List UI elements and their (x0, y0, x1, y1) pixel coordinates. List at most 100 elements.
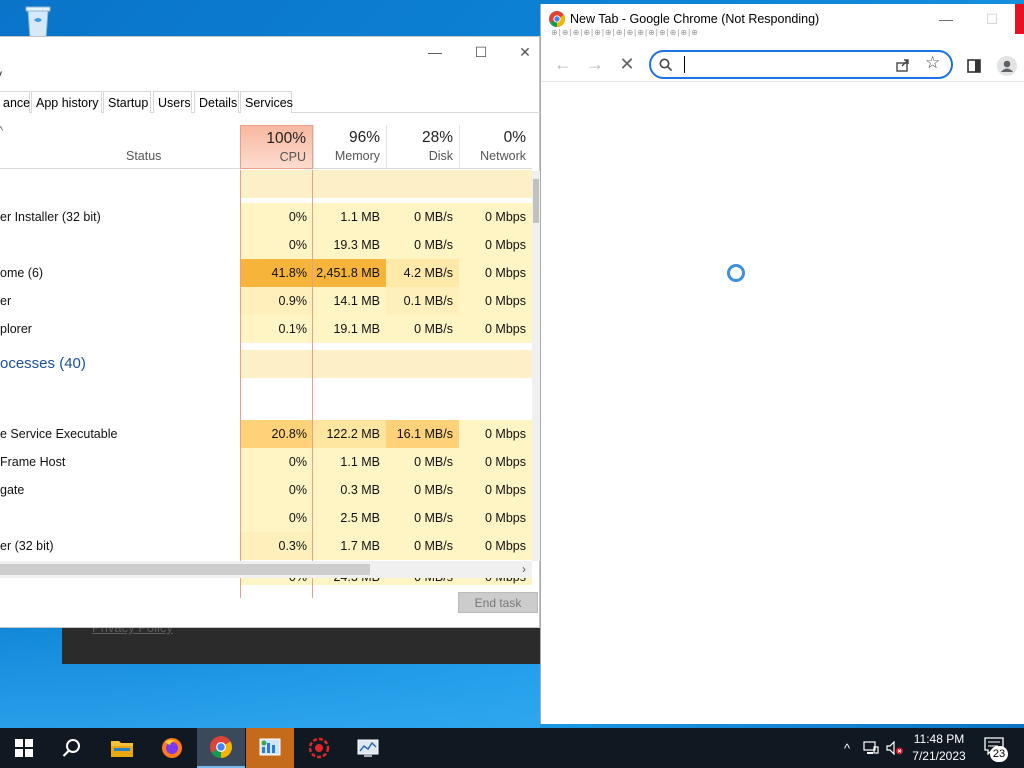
memory-cell (313, 350, 386, 378)
loading-spinner-icon (727, 264, 745, 282)
table-row[interactable]: er Installer (32 bit) 0% 1.1 MB 0 MB/s 0… (0, 203, 532, 231)
cpu-label: CPU (279, 150, 306, 164)
task-manager-titlebar[interactable]: — ☐ ✕ (0, 37, 539, 67)
windows-logo-icon (15, 739, 33, 757)
tab-services[interactable]: Services (240, 91, 293, 113)
network-cell: 0 Mbps (459, 532, 532, 560)
cpu-cell: 0% (240, 448, 313, 476)
search-icon (659, 58, 673, 72)
process-name: ome (6) (0, 266, 44, 280)
taskbar-search-button[interactable] (48, 728, 96, 768)
minimize-button[interactable]: — (412, 37, 458, 67)
table-row[interactable]: er (32 bit) 0.3% 1.7 MB 0 MB/s 0 Mbps (0, 532, 532, 560)
profile-avatar-icon[interactable] (997, 56, 1017, 76)
system-app-button[interactable] (344, 728, 392, 768)
menu-view[interactable]: v (0, 67, 2, 81)
column-disk[interactable]: 28% Disk (386, 125, 459, 169)
disk-cell: 0 MB/s (386, 504, 459, 532)
task-manager-taskbar-button[interactable] (246, 728, 294, 768)
file-explorer-button[interactable] (98, 728, 146, 768)
group-header-row[interactable]: ocesses (40) (0, 350, 532, 378)
clock-time: 11:48 PM (913, 732, 965, 746)
process-list: er Installer (32 bit) 0% 1.1 MB 0 MB/s 0… (0, 170, 532, 562)
red-app-button[interactable] (295, 728, 343, 768)
vertical-scroll-thumb[interactable] (533, 179, 539, 223)
horizontal-scroll-thumb[interactable] (0, 564, 370, 575)
column-cpu[interactable]: 100% CPU (240, 125, 313, 169)
tab-performance[interactable]: ance (0, 91, 30, 113)
horizontal-scrollbar[interactable]: › (0, 561, 532, 578)
volume-muted-icon[interactable] (884, 728, 906, 768)
chrome-minimize-button[interactable]: — (923, 4, 969, 34)
end-task-button[interactable]: End task (458, 592, 538, 613)
cpu-cell: 0.9% (240, 287, 313, 315)
sort-chevron-icon[interactable]: ^ (0, 125, 3, 137)
firefox-button[interactable] (148, 728, 196, 768)
table-row[interactable]: e Service Executable 20.8% 122.2 MB 16.1… (0, 420, 532, 448)
side-panel-icon[interactable] (967, 59, 981, 73)
network-cell: 0 Mbps (459, 315, 532, 343)
stop-loading-icon[interactable]: ✕ (613, 50, 641, 78)
firefox-icon (162, 738, 182, 758)
memory-label: Memory (334, 149, 380, 163)
column-status[interactable]: Status (126, 149, 161, 163)
column-memory[interactable]: 96% Memory (313, 125, 386, 169)
maximize-button[interactable]: ☐ (458, 37, 504, 67)
action-center-button[interactable]: 23 (980, 728, 1020, 768)
chrome-close-button[interactable] (1015, 4, 1024, 34)
address-input[interactable] (679, 55, 879, 74)
cpu-cell: 41.8% (240, 259, 313, 287)
network-cell: 0 Mbps (459, 504, 532, 532)
tab-app-history[interactable]: App history (31, 91, 102, 113)
disk-cell: 0 MB/s (386, 203, 459, 231)
process-name: Frame Host (0, 455, 66, 469)
chrome-taskbar-button[interactable] (197, 728, 245, 768)
memory-cell (313, 170, 386, 198)
disk-cell: 0 MB/s (386, 476, 459, 504)
cpu-cell (240, 350, 313, 378)
memory-cell: 122.2 MB (313, 420, 386, 448)
process-name: gate (0, 483, 25, 497)
scroll-right-icon[interactable]: › (522, 561, 526, 578)
system-clock[interactable]: 11:48 PM 7/21/2023 (906, 731, 972, 765)
tab-startup[interactable]: Startup (103, 91, 151, 113)
bookmark-star-icon[interactable]: ☆ (925, 53, 940, 73)
table-row[interactable]: ome (6) 41.8% 2,451.8 MB 4.2 MB/s 0 Mbps (0, 259, 532, 287)
red-gear-icon (308, 737, 330, 759)
forward-icon[interactable]: → (581, 50, 609, 78)
memory-cell: 1.1 MB (313, 448, 386, 476)
recycle-bin-icon[interactable] (14, 6, 62, 39)
column-network[interactable]: 0% Network (459, 125, 532, 169)
memory-cell: 1.1 MB (313, 203, 386, 231)
memory-cell: 19.1 MB (313, 315, 386, 343)
disk-cell (386, 170, 459, 198)
table-row[interactable] (0, 170, 532, 198)
share-icon[interactable] (895, 57, 911, 73)
search-icon (62, 739, 80, 757)
show-hidden-icons-chevron-icon[interactable]: ^ (838, 728, 856, 768)
table-row[interactable]: 0% 19.3 MB 0 MB/s 0 Mbps (0, 231, 532, 259)
tab-users[interactable]: Users (153, 91, 192, 113)
table-row[interactable]: Frame Host 0% 1.1 MB 0 MB/s 0 Mbps (0, 448, 532, 476)
cpu-cell: 0% (240, 231, 313, 259)
network-icon[interactable] (860, 728, 882, 768)
taskbar: ^ 11:48 PM 7/21/2023 23 (0, 728, 1024, 768)
address-bar[interactable]: ☆ (649, 50, 953, 79)
start-button[interactable] (0, 728, 48, 768)
table-row[interactable]: plorer 0.1% 19.1 MB 0 MB/s 0 Mbps (0, 315, 532, 343)
table-row[interactable]: 0% 2.5 MB 0 MB/s 0 Mbps (0, 504, 532, 532)
table-row[interactable]: gate 0% 0.3 MB 0 MB/s 0 Mbps (0, 476, 532, 504)
tab-details[interactable]: Details (194, 91, 239, 113)
task-manager-app-icon (259, 738, 281, 756)
resource-monitor-icon (357, 739, 379, 757)
background-processes-label: ocesses (40) (0, 355, 86, 372)
back-icon[interactable]: ← (549, 50, 577, 78)
cpu-cell: 0% (240, 504, 313, 532)
vertical-scrollbar[interactable] (532, 171, 540, 561)
tab-bar: ance App history Startup Users Details S… (0, 91, 540, 113)
chrome-maximize-button[interactable]: ☐ (969, 4, 1015, 34)
tabstrip-artifacts: ⊕|⊕|⊕|⊕|⊕|⊕|⊕|⊕|⊕|⊕|⊕|⊕|⊕|⊕ (551, 28, 699, 37)
process-name: e Service Executable (0, 427, 118, 441)
clock-date: 7/21/2023 (912, 749, 966, 763)
table-row[interactable]: er 0.9% 14.1 MB 0.1 MB/s 0 Mbps (0, 287, 532, 315)
